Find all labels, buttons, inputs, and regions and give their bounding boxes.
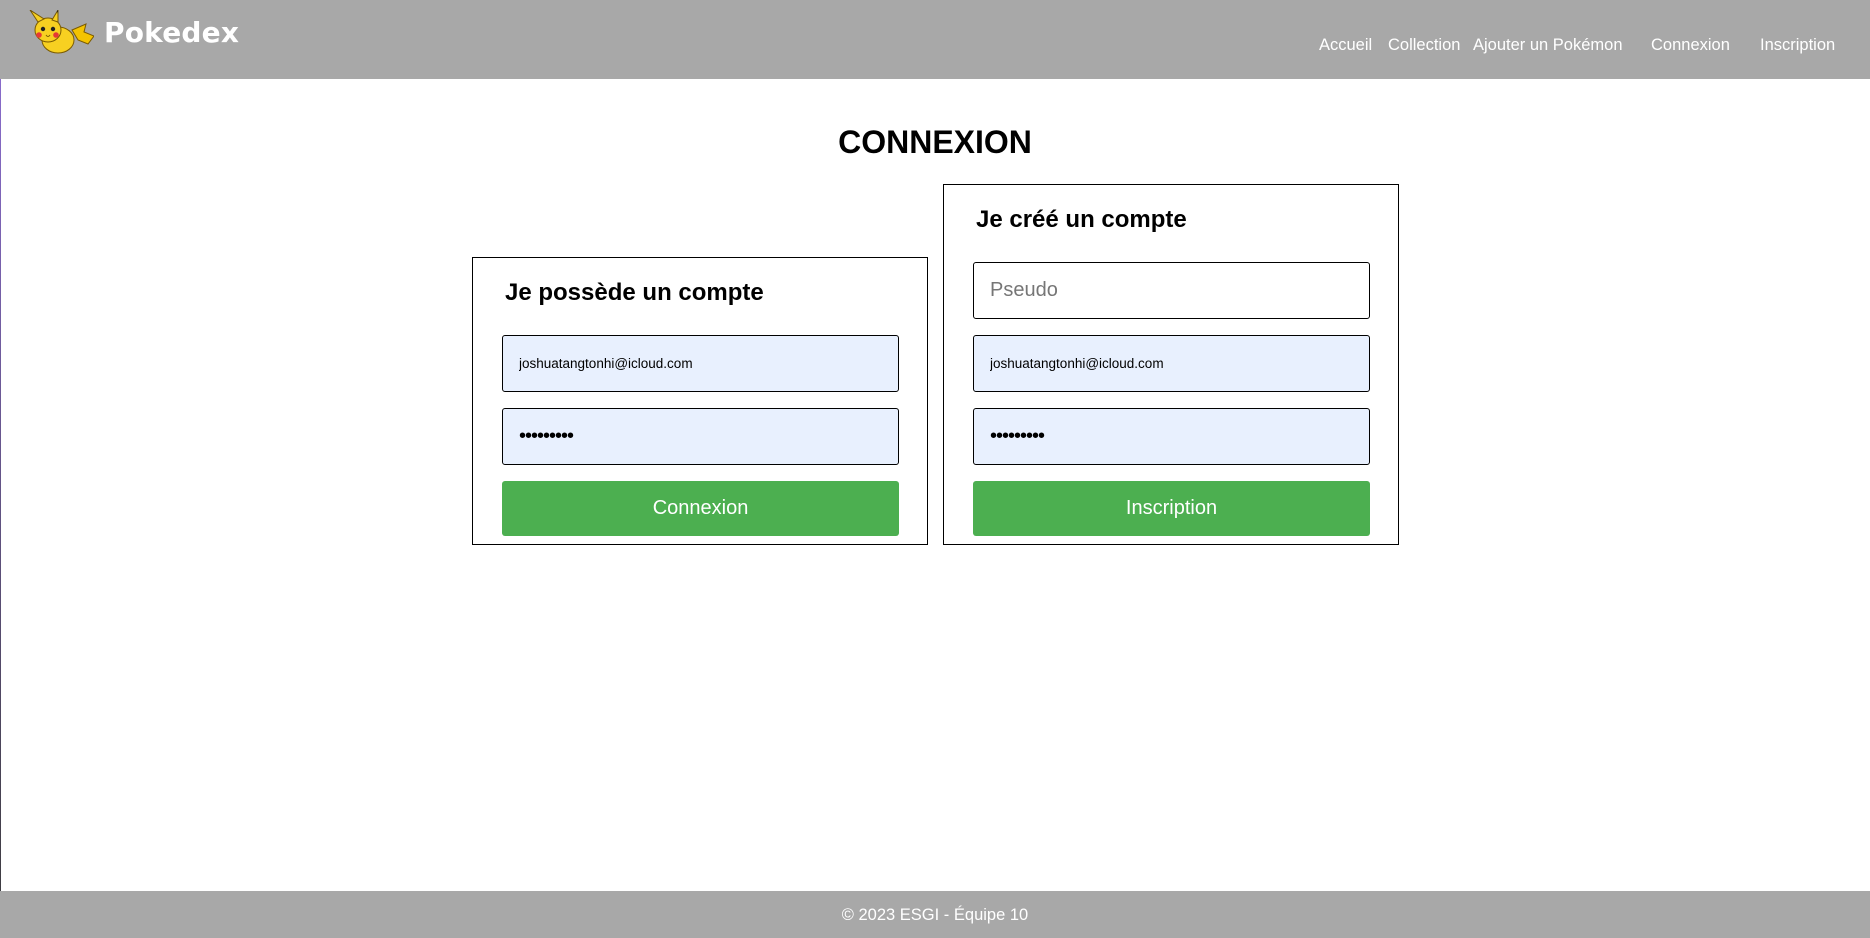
page-title: CONNEXION (838, 124, 1032, 160)
pikachu-icon[interactable] (28, 10, 94, 56)
login-card-title: Je possède un compte (505, 279, 764, 306)
nav-connexion[interactable]: Connexion (1651, 36, 1730, 56)
signup-card: Je créé un compte Inscription (943, 184, 1399, 545)
signup-card-title: Je créé un compte (976, 206, 1187, 233)
footer-copyright: © 2023 ESGI - Équipe 10 (841, 906, 1029, 924)
nav-accueil[interactable]: Accueil (1319, 36, 1372, 56)
login-password-field[interactable] (502, 408, 899, 465)
signup-pseudo-field[interactable] (973, 262, 1370, 319)
login-email-field[interactable] (502, 335, 899, 392)
nav-collection[interactable]: Collection (1388, 36, 1460, 56)
top-header: Pokedex Accueil Collection Ajouter un Po… (0, 0, 1870, 79)
nav-inscription[interactable]: Inscription (1760, 36, 1835, 56)
signup-email-field[interactable] (973, 335, 1370, 392)
signup-password-field[interactable] (973, 408, 1370, 465)
brand-title[interactable]: Pokedex (104, 16, 239, 49)
login-submit-button[interactable]: Connexion (502, 481, 899, 536)
login-card: Je possède un compte Connexion (472, 257, 928, 545)
signup-submit-button[interactable]: Inscription (973, 481, 1370, 536)
page-footer: © 2023 ESGI - Équipe 10 (0, 891, 1870, 938)
nav-ajouter-pokemon[interactable]: Ajouter un Pokémon (1473, 36, 1623, 56)
